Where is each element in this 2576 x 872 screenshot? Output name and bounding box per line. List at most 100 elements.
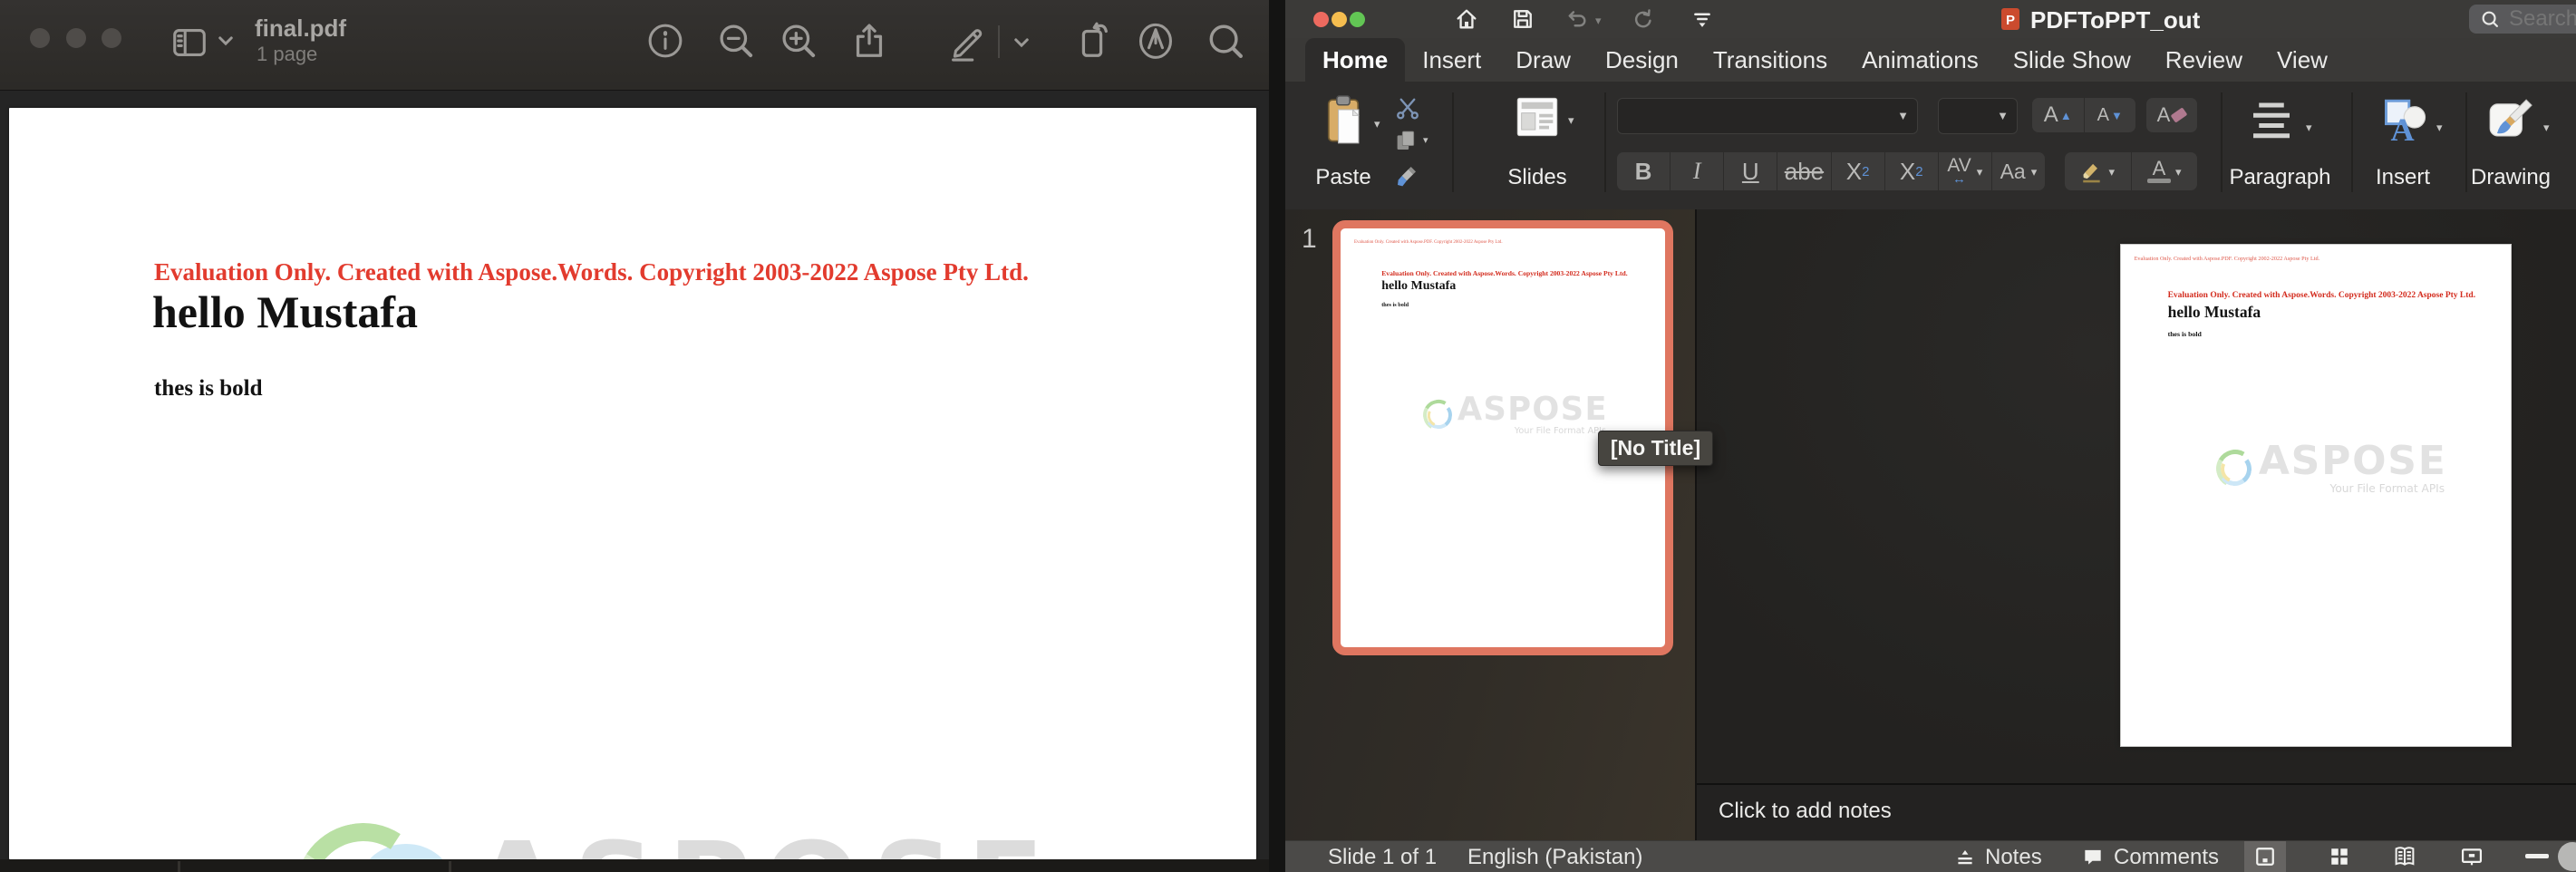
tab-home[interactable]: Home <box>1305 38 1405 82</box>
dropdown-arrow-icon[interactable]: ▾ <box>2175 166 2182 178</box>
notes-placeholder[interactable]: Click to add notes <box>1719 799 1892 824</box>
dock-strip <box>0 859 1269 872</box>
dropdown-arrow-icon[interactable]: ▼ <box>1997 110 2009 121</box>
tab-insert[interactable]: Insert <box>1405 38 1498 82</box>
drawing-dropdown-arrow-icon[interactable]: ▾ <box>2543 121 2550 133</box>
dropdown-arrow-icon[interactable]: ▾ <box>1977 166 1983 178</box>
superscript-button[interactable]: X2 <box>1832 152 1885 190</box>
normal-view-button[interactable] <box>2244 841 2286 872</box>
rotate-icon[interactable] <box>1071 20 1113 62</box>
insert-text-icon[interactable]: A <box>2378 94 2431 147</box>
sidebar-icon[interactable] <box>169 22 210 63</box>
font-size-combobox[interactable]: ▼ <box>1938 98 2018 134</box>
dropdown-arrow-icon[interactable]: ▾ <box>2108 166 2115 178</box>
increase-font-size-button[interactable]: A▲ <box>2032 98 2085 132</box>
insert-button[interactable]: Insert <box>2353 165 2453 190</box>
underline-button[interactable]: U <box>1724 152 1777 190</box>
tab-draw[interactable]: Draw <box>1498 38 1588 82</box>
search-input[interactable] <box>2507 5 2576 33</box>
save-icon[interactable] <box>1510 6 1535 32</box>
copy-dropdown-arrow-icon[interactable]: ▾ <box>1423 136 1428 146</box>
paragraph-align-icon[interactable] <box>2244 98 2299 149</box>
share-icon[interactable] <box>848 20 890 62</box>
paste-icon[interactable] <box>1320 92 1367 150</box>
minimize-button[interactable] <box>1332 12 1347 27</box>
zoom-out-button[interactable] <box>2525 854 2549 858</box>
drawing-brush-icon[interactable] <box>2484 94 2536 147</box>
slides-layout-icon[interactable] <box>1514 96 1561 138</box>
highlight-button[interactable]: ▾ <box>2065 152 2132 190</box>
font-format-group: B I U abe X2 X2 AV↔ ▾ Aa ▾ <box>1617 152 2045 190</box>
close-button[interactable] <box>1313 12 1329 27</box>
info-icon[interactable] <box>644 20 686 62</box>
home-icon[interactable] <box>1454 6 1479 32</box>
chevron-down-icon[interactable] <box>212 27 239 54</box>
tab-design[interactable]: Design <box>1588 38 1696 82</box>
strikethrough-button[interactable]: abe <box>1777 152 1831 190</box>
slide-bold-line: thes is bold <box>2168 330 2202 338</box>
zoom-window-button[interactable] <box>102 28 121 48</box>
search-field[interactable] <box>2469 5 2576 34</box>
undo-dropdown-arrow-icon[interactable]: ▾ <box>1595 15 1602 26</box>
redo-icon[interactable] <box>1630 6 1655 32</box>
zoom-out-icon[interactable] <box>715 20 757 62</box>
svg-text:P: P <box>2006 13 2015 28</box>
zoom-in-icon[interactable] <box>778 20 819 62</box>
drawing-button[interactable]: Drawing <box>2460 165 2561 190</box>
aspose-swirl-icon <box>2216 450 2254 488</box>
tab-slide-show[interactable]: Slide Show <box>1996 38 2148 82</box>
slide-sorter-button[interactable] <box>2319 841 2360 872</box>
clear-formatting-button[interactable]: A <box>2146 98 2197 132</box>
dropdown-arrow-icon[interactable]: ▼ <box>1897 110 1909 121</box>
dropdown-arrow-icon[interactable]: ▾ <box>2031 166 2038 178</box>
zoom-window-button[interactable] <box>1350 12 1365 27</box>
paste-dropdown-arrow-icon[interactable]: ▾ <box>1374 118 1380 130</box>
tab-animations[interactable]: Animations <box>1845 38 1996 82</box>
decrease-font-size-button[interactable]: A▼ <box>2085 98 2136 132</box>
language-selector[interactable]: English (Pakistan) <box>1467 845 1642 870</box>
markup-options-chevron-icon[interactable] <box>1008 29 1035 56</box>
slides-button[interactable]: Slides <box>1492 165 1583 190</box>
notes-pane[interactable]: Click to add notes <box>1697 783 2576 841</box>
customize-toolbar-icon[interactable] <box>1690 6 1715 32</box>
paragraph-button[interactable]: Paragraph <box>2223 165 2337 190</box>
slide-watermark: ASPOSE Your File Format APIs <box>2168 442 2495 495</box>
undo-icon[interactable] <box>1564 6 1590 32</box>
font-name-combobox[interactable]: ▼ <box>1617 98 1918 134</box>
insert-dropdown-arrow-icon[interactable]: ▾ <box>2436 121 2443 133</box>
slides-dropdown-arrow-icon[interactable]: ▾ <box>1568 114 1574 126</box>
paragraph-dropdown-arrow-icon[interactable]: ▾ <box>2306 121 2312 133</box>
tab-transitions[interactable]: Transitions <box>1696 38 1845 82</box>
subscript-button[interactable]: X2 <box>1885 152 1939 190</box>
thumb-bold-line: thes is bold <box>1381 302 1409 308</box>
markup-icon[interactable] <box>945 20 987 62</box>
pdf-eval-line: Evaluation Only. Created with Aspose.Wor… <box>154 258 1029 286</box>
italic-button[interactable]: I <box>1671 152 1724 190</box>
comments-toggle[interactable]: Comments <box>2114 845 2219 870</box>
tab-view[interactable]: View <box>2260 38 2345 82</box>
character-spacing-button[interactable]: AV↔ ▾ <box>1939 152 1992 190</box>
notes-toggle[interactable]: Notes <box>1985 845 2042 870</box>
comments-icon[interactable] <box>2081 846 2105 869</box>
slide-number: 1 <box>1302 224 1317 255</box>
tab-review[interactable]: Review <box>2148 38 2260 82</box>
close-button[interactable] <box>30 28 50 48</box>
slide-canvas[interactable]: Evaluation Only. Created with Aspose.PDF… <box>2121 245 2511 746</box>
change-case-button[interactable]: Aa ▾ <box>1992 152 2045 190</box>
text-color-group: ▾ A ▾ <box>2065 152 2197 190</box>
font-color-button[interactable]: A ▾ <box>2132 152 2198 190</box>
copy-icon[interactable] <box>1392 127 1419 154</box>
pdf-page[interactable]: Evaluation Only. Created with Aspose.Wor… <box>9 108 1256 859</box>
paste-button[interactable]: Paste <box>1302 165 1385 190</box>
bold-button[interactable]: B <box>1617 152 1671 190</box>
toolbar-divider <box>998 25 1000 58</box>
sign-icon[interactable] <box>1135 20 1177 62</box>
reading-view-button[interactable] <box>2384 841 2426 872</box>
minimize-button[interactable] <box>66 28 86 48</box>
zoom-slider-handle[interactable] <box>2558 842 2576 871</box>
notes-icon[interactable] <box>1953 846 1977 869</box>
cut-icon[interactable] <box>1394 94 1421 121</box>
format-painter-icon[interactable] <box>1392 165 1421 194</box>
slideshow-button[interactable] <box>2451 841 2493 872</box>
search-icon[interactable] <box>1205 20 1246 62</box>
